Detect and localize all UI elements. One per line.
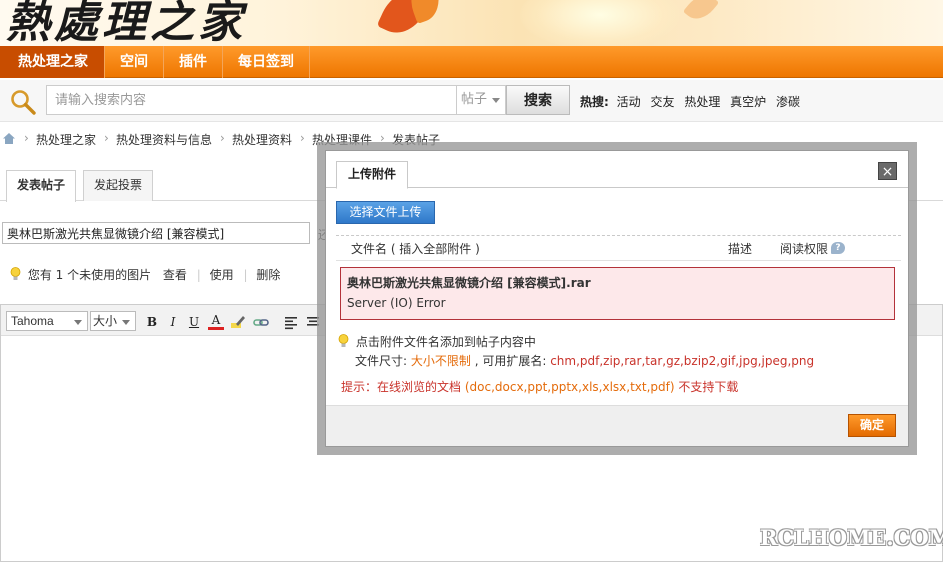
nav-item-plugins[interactable]: 插件 (164, 46, 223, 78)
nav-item-home[interactable]: 热处理之家 (0, 46, 105, 78)
link-icon[interactable] (253, 314, 269, 330)
text-color-button[interactable]: A (208, 314, 224, 330)
file-size-value: 大小不限制 (410, 354, 471, 368)
subject-input[interactable] (2, 222, 310, 244)
upload-error-item: 奥林巴斯激光共焦显微镜介绍 [兼容模式].rar Server (IO) Err… (340, 267, 895, 320)
online-preview-label: 提示：在线浏览的文档 (341, 380, 465, 394)
extension-label: , 可用扩展名: (470, 354, 551, 368)
chevron-down-icon (492, 98, 500, 103)
tab-upload-attachment[interactable]: 上传附件 (336, 161, 409, 189)
tab-new-post[interactable]: 发表帖子 (6, 170, 77, 202)
file-limits: 文件尺寸: 大小不限制 , 可用扩展名: chm,pdf,zip,rar,tar… (355, 352, 814, 369)
underline-button[interactable]: U (186, 314, 202, 330)
chevron-down-icon (74, 320, 82, 325)
site-banner: 熱處理之家 (0, 0, 943, 46)
error-message: Server (IO) Error (347, 296, 446, 310)
leaf-decoration (682, 0, 720, 26)
column-read-permission: 阅读权限 (780, 242, 829, 256)
divider: | (243, 268, 248, 282)
hot-search-link[interactable]: 真空炉 (730, 95, 766, 109)
breadcrumb-separator: › (300, 131, 305, 145)
hot-search-link[interactable]: 活动 (617, 95, 641, 109)
insert-tip-text: 点击附件文件名添加到帖子内容中 (355, 335, 536, 349)
hot-search-link[interactable]: 渗碳 (776, 95, 800, 109)
search-type-value: 帖子 (461, 92, 488, 107)
chevron-down-icon (122, 320, 130, 325)
tab-new-poll[interactable]: 发起投票 (83, 170, 154, 201)
hot-search-link[interactable]: 热处理 (684, 95, 720, 109)
watermark: RCLHOME.COM (760, 525, 943, 550)
hot-search-link[interactable]: 交友 (650, 95, 674, 109)
divider (336, 235, 901, 236)
close-icon[interactable]: × (878, 162, 897, 180)
nav-item-space[interactable]: 空间 (105, 46, 164, 78)
main-nav: 热处理之家 空间 插件 每日签到 (0, 46, 943, 78)
font-family-select[interactable]: Tahoma (6, 311, 88, 331)
search-input[interactable] (46, 85, 456, 115)
breadcrumb-separator: › (104, 131, 109, 145)
breadcrumb-item[interactable]: 热处理资料与信息 (116, 131, 212, 148)
breadcrumb-separator: › (220, 131, 225, 145)
view-images-link[interactable]: 查看 (163, 268, 187, 282)
unused-image-notice: 您有 1 个未使用的图片 查看 | 使用 | 删除 (10, 266, 280, 283)
upload-attachment-dialog: 上传附件 × 选择文件上传 文件名 ( 插入全部附件 ) 描述 阅读权限 ? 奥… (325, 150, 909, 447)
file-size-label: 文件尺寸: (355, 354, 411, 368)
search-bar: 帖子 搜索 热搜: 活动 交友 热处理 真空炉 渗碳 (0, 80, 943, 122)
site-logo[interactable]: 熱處理之家 (6, 0, 246, 46)
font-size-select[interactable]: 大小 (90, 311, 136, 331)
banner-glow (520, 0, 680, 46)
font-family-value: Tahoma (11, 314, 54, 328)
highlight-icon[interactable] (230, 314, 246, 330)
delete-images-link[interactable]: 删除 (256, 268, 280, 282)
dialog-footer: 确定 (326, 405, 908, 446)
column-filename-insert-all[interactable]: 文件名 ( 插入全部附件 ) (351, 240, 480, 257)
online-preview-tip: 提示：在线浏览的文档 (doc,docx,ppt,pptx,xls,xlsx,t… (341, 378, 738, 395)
font-size-value: 大小 (93, 314, 118, 328)
insert-tip: 点击附件文件名添加到帖子内容中 (338, 333, 536, 350)
breadcrumb-item[interactable]: 热处理资料 (232, 131, 292, 148)
search-type-select[interactable]: 帖子 (456, 85, 506, 115)
confirm-button[interactable]: 确定 (848, 414, 896, 437)
hot-searches: 热搜: 活动 交友 热处理 真空炉 渗碳 (580, 93, 806, 110)
lightbulb-icon (10, 267, 21, 280)
nav-item-daily-checkin[interactable]: 每日签到 (223, 46, 310, 78)
dialog-tab-bar: 上传附件 (326, 151, 908, 189)
attachment-table-header: 文件名 ( 插入全部附件 ) 描述 阅读权限 ? (336, 239, 901, 261)
home-icon[interactable] (2, 132, 16, 145)
error-filename: 奥林巴斯激光共焦显微镜介绍 [兼容模式].rar (347, 276, 591, 290)
divider: | (196, 268, 201, 282)
use-images-link[interactable]: 使用 (210, 268, 234, 282)
breadcrumb-separator: › (24, 131, 29, 145)
select-file-upload-button[interactable]: 选择文件上传 (336, 201, 435, 224)
search-button[interactable]: 搜索 (506, 85, 570, 115)
extension-list: chm,pdf,zip,rar,tar,gz,bzip2,gif,jpg,jpe… (550, 354, 815, 368)
italic-button[interactable]: I (165, 314, 181, 330)
breadcrumb-item[interactable]: 热处理之家 (36, 131, 96, 148)
notice-text: 您有 1 个未使用的图片 (27, 268, 152, 282)
help-icon[interactable]: ? (831, 242, 845, 254)
hot-search-label: 热搜: (580, 95, 609, 109)
online-preview-suffix: 不支持下载 (674, 380, 739, 394)
online-preview-extensions: (doc,docx,ppt,pptx,xls,xlsx,txt,pdf) (464, 380, 675, 394)
lightbulb-icon (338, 334, 349, 347)
column-description: 描述 (728, 242, 753, 256)
bold-button[interactable]: B (144, 314, 160, 330)
search-icon (11, 90, 36, 115)
align-left-icon[interactable] (283, 314, 299, 330)
